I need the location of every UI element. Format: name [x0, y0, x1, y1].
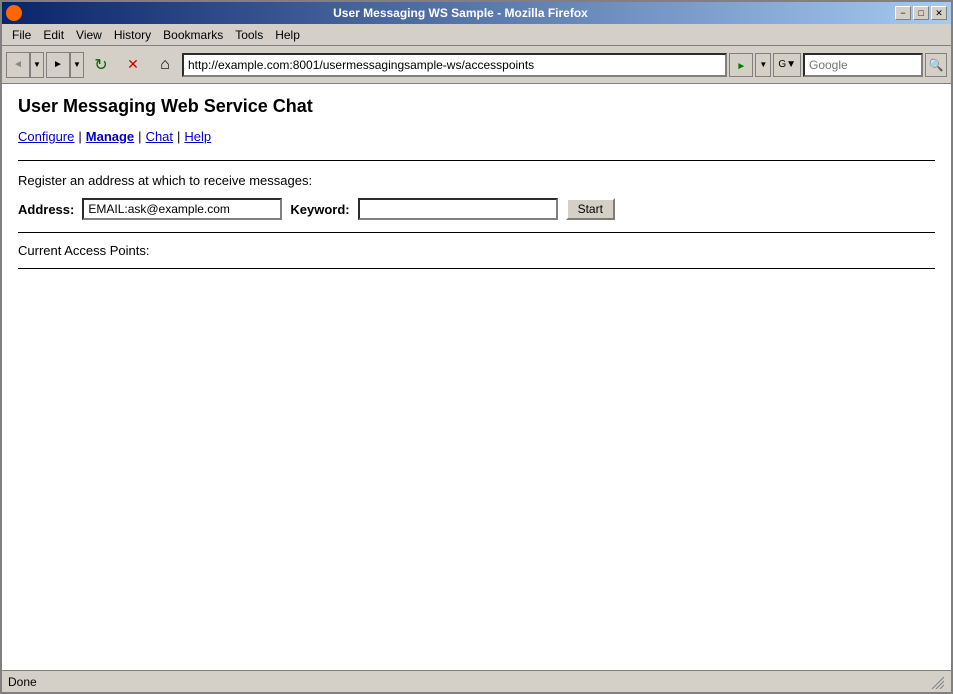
- firefox-icon: [6, 5, 22, 21]
- go-icon: [736, 58, 746, 72]
- go-button[interactable]: [729, 53, 753, 77]
- nav-separator-1: |: [78, 129, 81, 144]
- address-dropdown[interactable]: ▼: [755, 53, 771, 77]
- access-points-title: Current Access Points:: [18, 243, 935, 258]
- address-bar: ▼: [182, 53, 771, 77]
- menu-edit[interactable]: Edit: [37, 26, 70, 44]
- search-engine-label: G▼: [778, 59, 796, 70]
- status-text: Done: [8, 675, 37, 689]
- manage-link[interactable]: Manage: [86, 129, 134, 144]
- menu-tools[interactable]: Tools: [229, 26, 269, 44]
- menu-view[interactable]: View: [70, 26, 108, 44]
- menu-file[interactable]: File: [6, 26, 37, 44]
- nav-separator-2: |: [138, 129, 141, 144]
- status-corner: [929, 674, 945, 690]
- divider-3: [18, 268, 935, 269]
- stop-button[interactable]: [118, 50, 148, 80]
- menu-bookmarks[interactable]: Bookmarks: [157, 26, 229, 44]
- address-label: Address:: [18, 202, 74, 217]
- back-button-group: ◄ ▼: [6, 52, 44, 78]
- search-icon: 🔍: [929, 58, 944, 72]
- close-button[interactable]: ✕: [931, 6, 947, 20]
- forward-button-group: ► ▼: [46, 52, 84, 78]
- back-dropdown[interactable]: ▼: [30, 52, 44, 78]
- divider-1: [18, 160, 935, 161]
- maximize-button[interactable]: □: [913, 6, 929, 20]
- search-bar: G▼ 🔍: [773, 53, 947, 77]
- address-input[interactable]: [182, 53, 727, 77]
- browser-window: User Messaging WS Sample - Mozilla Firef…: [0, 0, 953, 694]
- forward-dropdown[interactable]: ▼: [70, 52, 84, 78]
- reload-icon: [94, 55, 107, 75]
- content-area: User Messaging Web Service Chat Configur…: [2, 84, 951, 670]
- toolbar: ◄ ▼ ► ▼ ▼ G▼: [2, 46, 951, 84]
- search-engine-button[interactable]: G▼: [773, 53, 801, 77]
- register-description: Register an address at which to receive …: [18, 173, 935, 188]
- window-title: User Messaging WS Sample - Mozilla Firef…: [26, 6, 895, 20]
- keyword-label: Keyword:: [290, 202, 349, 217]
- address-field[interactable]: [82, 198, 282, 220]
- status-bar: Done: [2, 670, 951, 692]
- register-section: Register an address at which to receive …: [18, 173, 935, 220]
- menu-bar: File Edit View History Bookmarks Tools H…: [2, 24, 951, 46]
- minimize-button[interactable]: −: [895, 6, 911, 20]
- search-button[interactable]: 🔍: [925, 53, 947, 77]
- access-points-section: Current Access Points:: [18, 243, 935, 269]
- divider-2: [18, 232, 935, 233]
- page-title: User Messaging Web Service Chat: [18, 96, 935, 117]
- menu-help[interactable]: Help: [269, 26, 306, 44]
- home-button[interactable]: [150, 50, 180, 80]
- chat-link[interactable]: Chat: [146, 129, 173, 144]
- forward-button[interactable]: ►: [46, 52, 70, 78]
- search-input[interactable]: [803, 53, 923, 77]
- keyword-field[interactable]: [358, 198, 558, 220]
- reload-button[interactable]: [86, 50, 116, 80]
- resize-icon: [930, 675, 944, 689]
- title-bar: User Messaging WS Sample - Mozilla Firef…: [2, 2, 951, 24]
- help-link[interactable]: Help: [184, 129, 211, 144]
- nav-separator-3: |: [177, 129, 180, 144]
- stop-icon: [127, 56, 139, 73]
- home-icon: [160, 56, 170, 74]
- configure-link[interactable]: Configure: [18, 129, 74, 144]
- start-button[interactable]: Start: [566, 198, 615, 220]
- menu-history[interactable]: History: [108, 26, 157, 44]
- address-form-row: Address: Keyword: Start: [18, 198, 935, 220]
- back-button[interactable]: ◄: [6, 52, 30, 78]
- window-controls: − □ ✕: [895, 6, 947, 20]
- nav-links: Configure | Manage | Chat | Help: [18, 129, 935, 144]
